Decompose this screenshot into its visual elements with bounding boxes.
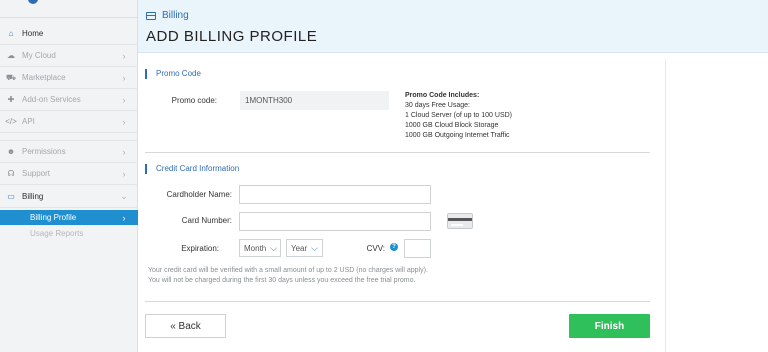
- promo-include-item: 1000 GB Cloud Block Storage: [405, 122, 499, 129]
- chevron-right-icon: ›: [122, 168, 126, 179]
- credit-card-icon: ▭: [7, 192, 15, 201]
- section-divider: [145, 301, 650, 302]
- card-number-input[interactable]: [239, 212, 431, 231]
- headset-icon: ☊: [7, 169, 15, 178]
- promo-includes: Promo Code Includes: 30 days Free Usage:…: [405, 91, 512, 141]
- sidebar-item-label: Billing: [22, 192, 44, 201]
- sidebar-item-my-cloud[interactable]: ☁ My Cloud ›: [0, 45, 138, 67]
- sidebar-item-marketplace[interactable]: ⛟ Marketplace ›: [0, 67, 138, 89]
- page-title: ADD BILLING PROFILE: [146, 28, 318, 45]
- sidebar-divider: [0, 133, 138, 141]
- card-number-label: Card Number:: [181, 216, 232, 225]
- sidebar-item-label: API: [22, 117, 35, 126]
- cart-icon: ⛟: [5, 72, 17, 82]
- chevron-right-icon: ›: [122, 50, 126, 61]
- sidebar-item-label: Permissions: [22, 147, 66, 156]
- chevron-right-icon: ›: [122, 94, 126, 105]
- expiration-label: Expiration:: [181, 244, 219, 253]
- sidebar-item-add-on-services[interactable]: ✚ Add-on Services ›: [0, 89, 138, 111]
- expiration-year-select[interactable]: Year ⌵: [286, 239, 323, 257]
- sidebar-item-label: Home: [22, 29, 44, 38]
- sidebar-item-home[interactable]: ⌂ Home: [0, 23, 138, 45]
- sidebar-header: [0, 0, 137, 18]
- chevron-right-icon: ›: [122, 212, 126, 223]
- sidebar-item-label: Marketplace: [22, 73, 66, 82]
- cardholder-name-input[interactable]: [239, 185, 431, 204]
- sidebar-item-label: My Cloud: [22, 51, 56, 60]
- logo-icon: [28, 0, 38, 4]
- chevron-down-icon: ⌵: [311, 242, 318, 253]
- sidebar-item-support[interactable]: ☊ Support ›: [0, 163, 138, 185]
- help-icon[interactable]: ?: [390, 243, 398, 251]
- sidebar-item-api[interactable]: </> API ›: [0, 111, 138, 133]
- breadcrumb-label[interactable]: Billing: [162, 10, 189, 21]
- page-header: Billing ADD BILLING PROFILE: [138, 0, 768, 53]
- sidebar: ⌂ Home ☁ My Cloud › ⛟ Marketplace › ✚ Ad…: [0, 0, 138, 352]
- promo-section-title: Promo Code: [145, 69, 201, 79]
- chevron-right-icon: ›: [122, 116, 126, 127]
- sidebar-subitem-label: Billing Profile: [30, 213, 77, 222]
- verification-note: Your credit card will be verified with a…: [148, 267, 428, 274]
- finish-button[interactable]: Finish: [569, 314, 650, 338]
- chevron-right-icon: ›: [122, 72, 126, 83]
- promo-include-item: 1000 GB Outgoing Internet Traffic: [405, 132, 510, 139]
- promo-include-item: 30 days Free Usage:: [405, 102, 470, 109]
- back-button[interactable]: « Back: [145, 314, 226, 338]
- sidebar-item-billing[interactable]: ▭ Billing ⌄: [0, 186, 138, 208]
- sidebar-item-label: Support: [22, 169, 51, 178]
- cvv-label: CVV:: [366, 244, 385, 253]
- breadcrumb: Billing: [146, 10, 189, 21]
- promo-code-label: Promo code:: [171, 96, 217, 105]
- month-select-value: Month: [244, 243, 267, 253]
- card-strip: [448, 218, 472, 221]
- promo-include-item: 1 Cloud Server (of up to 100 USD): [405, 112, 512, 119]
- home-icon: ⌂: [8, 29, 14, 38]
- year-select-value: Year: [291, 243, 308, 253]
- promo-includes-title: Promo Code Includes:: [405, 92, 480, 99]
- trial-note: You will not be charged during the first…: [148, 277, 416, 284]
- promo-code-field[interactable]: 1MONTH300: [240, 91, 389, 110]
- billing-form: Promo Code Promo code: 1MONTH300 Promo C…: [145, 60, 666, 352]
- cvv-input[interactable]: [404, 239, 431, 258]
- chevron-down-icon: ⌄: [120, 191, 128, 201]
- users-icon: ☻: [6, 147, 16, 156]
- sidebar-subitem-label: Usage Reports: [30, 229, 84, 238]
- sidebar-subitem-billing-profile[interactable]: Billing Profile ›: [0, 210, 138, 225]
- cloud-icon: ☁: [7, 51, 15, 60]
- credit-card-icon: [146, 11, 156, 20]
- code-icon: </>: [5, 117, 17, 126]
- sidebar-item-permissions[interactable]: ☻ Permissions ›: [0, 141, 138, 163]
- card-section-title: Credit Card Information: [145, 164, 239, 174]
- sidebar-subitem-usage-reports[interactable]: Usage Reports: [0, 226, 138, 241]
- puzzle-icon: ✚: [7, 95, 15, 104]
- section-divider: [145, 152, 650, 153]
- chevron-right-icon: ›: [122, 146, 126, 157]
- card-line: [451, 224, 463, 226]
- credit-card-icon: [447, 213, 473, 229]
- cardholder-name-label: Cardholder Name:: [166, 190, 232, 199]
- expiration-month-select[interactable]: Month ⌵: [239, 239, 281, 257]
- chevron-down-icon: ⌵: [270, 242, 278, 253]
- sidebar-item-label: Add-on Services: [22, 95, 81, 104]
